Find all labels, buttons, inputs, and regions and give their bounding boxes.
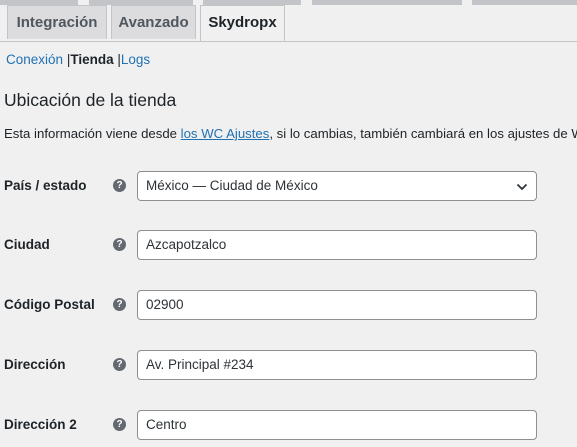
postcode-label: Código Postal (4, 297, 95, 312)
tab-skydropx[interactable]: Skydropx (200, 5, 285, 41)
wc-settings-link[interactable]: los WC Ajustes (181, 126, 270, 141)
field-row-country: País / estado ? México — Ciudad de Méxic… (0, 171, 577, 201)
help-icon[interactable]: ? (113, 179, 126, 192)
address-2-input[interactable]: Centro (137, 410, 537, 440)
tab-integracion[interactable]: Integración (7, 5, 107, 39)
section-subnav: Conexión |Tienda |Logs (6, 51, 150, 69)
field-row-address: Dirección ? Av. Principal #234 (0, 350, 577, 380)
city-input[interactable]: Azcapotzalco (137, 230, 537, 260)
section-description: Esta información viene desde los WC Ajus… (4, 125, 577, 143)
tab-avanzado[interactable]: Avanzado (111, 5, 196, 39)
address-2-label: Dirección 2 (4, 417, 77, 432)
country-state-select[interactable]: México — Ciudad de México (137, 171, 537, 201)
postcode-input[interactable]: 02900 (137, 290, 537, 320)
description-text: , si lo cambias, también cambiará en los… (269, 126, 577, 141)
settings-tabs: Integración Avanzado Skydropx (0, 5, 577, 42)
field-row-postcode: Código Postal ? 02900 (0, 290, 577, 320)
subnav-logs[interactable]: Logs (121, 52, 150, 67)
city-label: Ciudad (4, 237, 50, 252)
country-state-value: México — Ciudad de México (146, 178, 318, 193)
help-icon[interactable]: ? (113, 238, 126, 251)
field-row-city: Ciudad ? Azcapotzalco (0, 230, 577, 260)
description-text: Esta información viene desde (4, 126, 181, 141)
subnav-tienda[interactable]: Tienda (70, 52, 113, 67)
subnav-conexion[interactable]: Conexión (6, 52, 63, 67)
page-title: Ubicación de la tienda (4, 90, 177, 110)
help-icon[interactable]: ? (113, 298, 126, 311)
address-input[interactable]: Av. Principal #234 (137, 350, 537, 380)
chevron-down-icon (516, 183, 528, 191)
field-row-address-2: Dirección 2 ? Centro (0, 410, 577, 440)
address-label: Dirección (4, 357, 66, 372)
country-state-label: País / estado (4, 178, 87, 193)
help-icon[interactable]: ? (113, 358, 126, 371)
help-icon[interactable]: ? (113, 418, 126, 431)
